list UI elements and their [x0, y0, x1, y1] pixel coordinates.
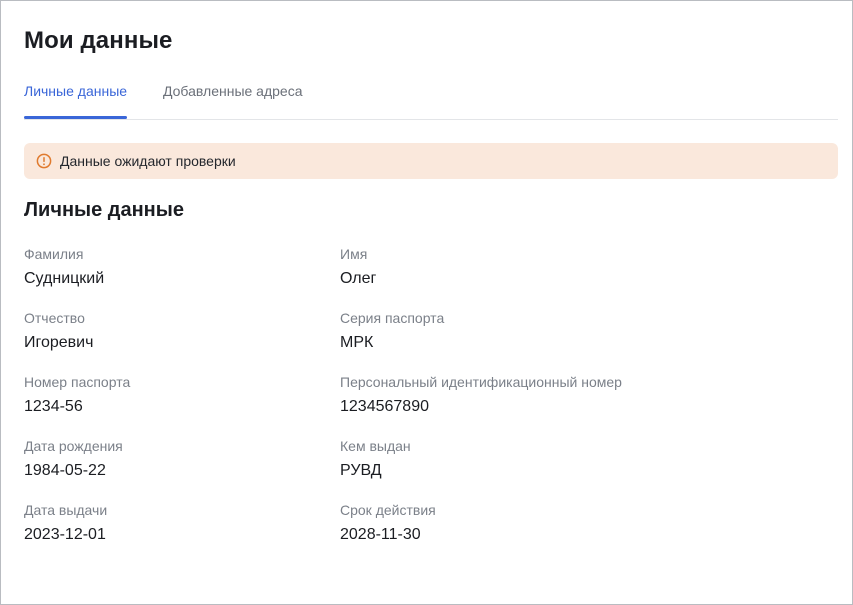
field-label: Дата рождения [24, 438, 123, 454]
field-value: Олег [340, 270, 377, 287]
tab-personal-data[interactable]: Личные данные [24, 79, 128, 119]
field-issued-by: Кем выдан РУВД [340, 437, 640, 481]
field-value: Судницкий [24, 270, 105, 287]
field-label: Серия паспорта [340, 310, 445, 326]
field-label: Фамилия [24, 246, 84, 262]
field-label: Дата выдачи [24, 502, 108, 518]
field-passport-series: Серия паспорта МРК [340, 309, 640, 353]
field-label: Имя [340, 246, 368, 262]
field-value: 1234-56 [24, 398, 83, 415]
field-value: 1234567890 [340, 398, 429, 415]
field-last-name: Фамилия Судницкий [24, 245, 324, 289]
field-label: Персональный идентификационный номер [340, 374, 622, 390]
field-value: 1984-05-22 [24, 462, 106, 479]
field-label: Кем выдан [340, 438, 411, 454]
field-passport-number: Номер паспорта 1234-56 [24, 373, 324, 417]
field-birth-date: Дата рождения 1984-05-22 [24, 437, 324, 481]
page-title: Мои данные [24, 27, 173, 54]
field-value: 2023-12-01 [24, 526, 106, 543]
field-patronymic: Отчество Игоревич [24, 309, 324, 353]
field-issue-date: Дата выдачи 2023-12-01 [24, 501, 324, 545]
alert-text: Данные ожидают проверки [60, 153, 236, 169]
field-value: Игоревич [24, 334, 94, 351]
warning-circle-icon [36, 153, 52, 169]
field-first-name: Имя Олег [340, 245, 640, 289]
field-value: 2028-11-30 [340, 526, 421, 543]
page-container: Мои данные Личные данные Добавленные адр… [0, 0, 853, 605]
field-label: Номер паспорта [24, 374, 131, 390]
field-personal-id-number: Персональный идентификационный номер 123… [340, 373, 640, 417]
field-value: МРК [340, 334, 374, 351]
section-title: Личные данные [24, 199, 184, 221]
tab-added-addresses[interactable]: Добавленные адреса [163, 79, 303, 118]
verification-alert: Данные ожидают проверки [24, 143, 838, 179]
field-label: Срок действия [340, 502, 436, 518]
field-label: Отчество [24, 310, 85, 326]
field-value: РУВД [340, 462, 382, 479]
tab-bar: Личные данные Добавленные адреса [24, 79, 838, 120]
field-expiry-date: Срок действия 2028-11-30 [340, 501, 640, 545]
